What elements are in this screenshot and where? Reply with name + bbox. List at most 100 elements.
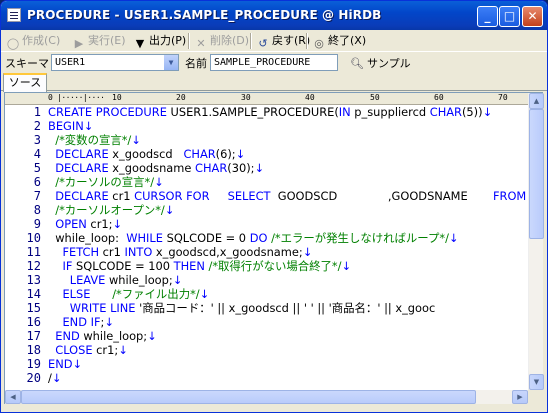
- exit-label: 終了(X): [328, 34, 367, 47]
- sample-button[interactable]: 🔍︎ サンプル: [350, 55, 411, 71]
- execute-button[interactable]: ▶ 実行(E): [72, 33, 126, 50]
- code-line: END↓: [48, 357, 83, 371]
- line-number: 10: [26, 231, 41, 245]
- horizontal-scrollbar[interactable]: ◀ ▶: [5, 390, 528, 404]
- ruler-mark: 70: [498, 93, 508, 102]
- output-arrow-icon: ▼: [135, 37, 145, 50]
- code-line: IF SQLCODE = 100 THEN /*取得行がない場合終了*/↓: [62, 259, 352, 273]
- code-line: /*カーソルオープン*/↓: [55, 203, 175, 217]
- name-field[interactable]: SAMPLE_PROCEDURE: [210, 54, 338, 71]
- source-editor[interactable]: 0 |·····|···· 10 20 30 40 50 60 70 12345…: [4, 92, 544, 404]
- line-number: 1: [33, 105, 41, 119]
- execute-label: 実行(E): [88, 34, 126, 47]
- close-button[interactable]: ✕: [522, 6, 543, 27]
- code-line: END IF;↓: [62, 315, 114, 329]
- line-number: 15: [26, 301, 41, 315]
- line-number: 5: [33, 161, 41, 175]
- toolbar-separator: [188, 33, 190, 49]
- delete-icon: ✕: [196, 37, 206, 50]
- schema-value: USER1: [55, 57, 86, 68]
- line-number: 18: [26, 343, 41, 357]
- column-ruler: 0 |·····|···· 10 20 30 40 50 60 70: [5, 93, 528, 105]
- code-line: FETCH cr1 INTO x_goodscd,x_goodsname;↓: [62, 245, 313, 259]
- window-title: PROCEDURE - USER1.SAMPLE_PROCEDURE @ HiR…: [27, 8, 382, 22]
- ruler-mark: 20: [176, 93, 186, 102]
- line-number: 14: [26, 287, 41, 301]
- delete-button[interactable]: ✕ 削除(D): [194, 33, 250, 50]
- delete-label: 削除(D): [210, 34, 250, 47]
- vertical-scrollbar[interactable]: ▲ ▼: [528, 93, 544, 390]
- create-button[interactable]: ◯ 作成(C): [6, 33, 61, 50]
- ruler-mark: 10: [112, 93, 122, 102]
- line-number: 20: [26, 371, 41, 385]
- code-line: DECLARE cr1 CURSOR FOR SELECT GOODSCD ,G…: [55, 189, 527, 203]
- code-area[interactable]: CREATE PROCEDURE USER1.SAMPLE_PROCEDURE(…: [48, 105, 528, 390]
- code-line: DECLARE x_goodscd CHAR(6);↓: [55, 147, 246, 161]
- scroll-up-icon[interactable]: ▲: [529, 93, 544, 109]
- schema-select[interactable]: USER1 ▼: [51, 54, 179, 71]
- line-number: 7: [33, 189, 41, 203]
- toolbar: ◯ 作成(C) ▶ 実行(E) ▼ 出力(P) ✕ 削除(D) ↺ 戻す(R) ◎ 終了(X…: [1, 30, 547, 52]
- procedure-window: PROCEDURE - USER1.SAMPLE_PROCEDURE @ HiR…: [0, 0, 548, 413]
- code-line: LEAVE while_loop;↓: [69, 273, 183, 287]
- maximize-button[interactable]: □: [499, 6, 520, 27]
- line-number: 17: [26, 329, 41, 343]
- code-line: ELSE /*ファイル出力*/↓: [62, 287, 210, 301]
- scrollbar-corner: [528, 390, 543, 404]
- code-line: /↓: [48, 371, 62, 385]
- line-number: 16: [26, 315, 41, 329]
- code-line: CREATE PROCEDURE USER1.SAMPLE_PROCEDURE(…: [48, 105, 493, 119]
- horizontal-scroll-thumb[interactable]: [21, 390, 476, 404]
- code-line: BEGIN↓: [48, 119, 94, 133]
- exit-icon: ◎: [314, 37, 324, 50]
- scroll-right-icon[interactable]: ▶: [512, 390, 528, 404]
- exit-button[interactable]: ◎ 終了(X): [312, 33, 367, 50]
- create-icon: ◯: [6, 37, 20, 50]
- output-label: 出力(P): [149, 34, 187, 47]
- back-button[interactable]: ↺ 戻す(R): [256, 33, 311, 50]
- sample-label: サンプル: [367, 57, 411, 70]
- code-line: /*カーソルの宣言*/↓: [55, 175, 164, 189]
- line-number: 11: [26, 245, 41, 259]
- line-number: 2: [33, 119, 41, 133]
- output-button[interactable]: ▼ 出力(P): [133, 33, 187, 50]
- vertical-scroll-thumb[interactable]: [529, 109, 544, 239]
- schema-row: スキーマ USER1 ▼ 名前 SAMPLE_PROCEDURE 🔍︎ サンプル: [1, 52, 547, 72]
- ruler-mark: 50: [370, 93, 380, 102]
- play-icon: ▶: [74, 37, 84, 50]
- line-number: 13: [26, 273, 41, 287]
- name-label: 名前: [185, 57, 207, 70]
- ruler-mark: 30: [241, 93, 251, 102]
- scroll-left-icon[interactable]: ◀: [5, 390, 21, 404]
- line-number: 19: [26, 357, 41, 371]
- chevron-down-icon[interactable]: ▼: [163, 55, 178, 70]
- line-number: 9: [33, 217, 41, 231]
- code-line: WRITE LINE '商品コード：' || x_goodscd || ' ' …: [69, 301, 436, 315]
- back-label: 戻す(R): [272, 34, 311, 47]
- line-number: 12: [26, 259, 41, 273]
- tab-strip: ソース: [1, 73, 547, 92]
- line-number: 6: [33, 175, 41, 189]
- toolbar-separator: [250, 33, 252, 49]
- ruler-mark: 40: [305, 93, 315, 102]
- line-number: 8: [33, 203, 41, 217]
- schema-label: スキーマ: [5, 57, 49, 70]
- code-line: /*変数の宣言*/↓: [55, 133, 141, 147]
- code-line: OPEN cr1;↓: [55, 217, 123, 231]
- line-number: 4: [33, 147, 41, 161]
- window-app-icon: [7, 8, 21, 22]
- code-line: while_loop: WHILE SQLCODE = 0 DO /*エラーが発…: [48, 231, 459, 245]
- line-number-gutter: 1 2 3 4 5 6 7 8 9 10 11 12 13 14 15 16 17 18 19 20: [5, 105, 44, 390]
- code-line: DECLARE x_goodsname CHAR(30);↓: [55, 161, 265, 175]
- ruler-mark: 0: [48, 93, 53, 102]
- minimize-button[interactable]: _: [477, 6, 498, 27]
- code-line: CLOSE cr1;↓: [55, 343, 128, 357]
- line-number: 3: [33, 133, 41, 147]
- toolbar-separator: [306, 33, 308, 49]
- scroll-down-icon[interactable]: ▼: [529, 374, 544, 390]
- tab-source[interactable]: ソース: [3, 73, 47, 92]
- title-bar[interactable]: PROCEDURE - USER1.SAMPLE_PROCEDURE @ HiR…: [1, 1, 547, 30]
- code-line: END while_loop;↓: [55, 329, 157, 343]
- create-label: 作成(C): [22, 34, 61, 47]
- ruler-ticks: |·····|····: [57, 93, 105, 102]
